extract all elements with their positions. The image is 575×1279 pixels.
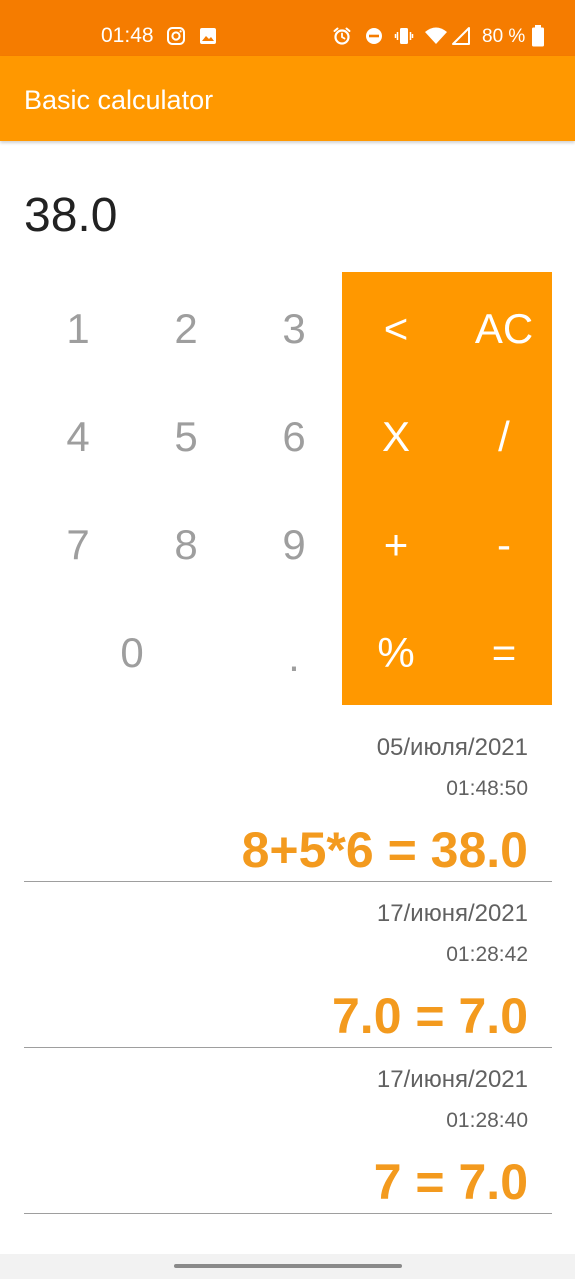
history-entry-date: 05/июля/2021 xyxy=(376,734,528,761)
history-entry-date: 17/июня/2021 xyxy=(376,1066,528,1093)
history-entry-expression: 7.0 = 7.0 xyxy=(332,988,528,1044)
history-entry[interactable]: 17/июня/2021 01:28:40 7 = 7.0 xyxy=(24,1044,552,1214)
battery-icon xyxy=(532,25,544,47)
alarm-icon xyxy=(333,27,351,45)
signal-icon xyxy=(452,27,470,45)
app-bar: Basic calculator xyxy=(0,56,575,141)
history-entry-time: 01:28:42 xyxy=(446,943,528,966)
digit-1-button[interactable]: 1 xyxy=(24,275,132,383)
battery-percentage: 80 % xyxy=(482,26,526,47)
backspace-button[interactable]: < xyxy=(342,275,450,383)
digit-3-button[interactable]: 3 xyxy=(240,275,348,383)
digit-6-button[interactable]: 6 xyxy=(240,383,348,491)
divide-button[interactable]: / xyxy=(450,383,558,491)
percent-button[interactable]: % xyxy=(342,599,450,707)
status-time: 01:48 xyxy=(101,24,154,47)
app-title: Basic calculator xyxy=(24,85,214,115)
navigation-bar xyxy=(0,1254,575,1279)
history-entry-expression: 7 = 7.0 xyxy=(373,1154,528,1210)
vibrate-icon xyxy=(394,28,414,44)
clear-button[interactable]: AC xyxy=(450,275,558,383)
digit-7-button[interactable]: 7 xyxy=(24,491,132,599)
digit-0-button[interactable]: 0 xyxy=(24,599,240,707)
history-entry[interactable]: 05/июля/2021 01:48:50 8+5*6 = 38.0 xyxy=(24,712,552,882)
multiply-button[interactable]: X xyxy=(342,383,450,491)
history-entry-date: 17/июня/2021 xyxy=(376,900,528,927)
equals-button[interactable]: = xyxy=(450,599,558,707)
plus-button[interactable]: + xyxy=(342,491,450,599)
result-display: 38.0 xyxy=(24,189,118,242)
minus-button[interactable]: - xyxy=(450,491,558,599)
history-entry[interactable]: 17/июня/2021 01:28:42 7.0 = 7.0 xyxy=(24,878,552,1048)
decimal-point-button[interactable]: . xyxy=(240,603,348,711)
digit-4-button[interactable]: 4 xyxy=(24,383,132,491)
history-entry-time: 01:48:50 xyxy=(446,777,528,800)
status-bar: 01:48 80 % xyxy=(0,0,575,56)
home-gesture-handle[interactable] xyxy=(174,1264,402,1268)
wifi-icon xyxy=(425,27,447,44)
instagram-icon xyxy=(167,27,185,45)
digit-2-button[interactable]: 2 xyxy=(132,275,240,383)
history-entry-time: 01:28:40 xyxy=(446,1109,528,1132)
do-not-disturb-icon xyxy=(366,28,382,44)
digit-5-button[interactable]: 5 xyxy=(132,383,240,491)
digit-8-button[interactable]: 8 xyxy=(132,491,240,599)
digit-9-button[interactable]: 9 xyxy=(240,491,348,599)
history-entry-expression: 8+5*6 = 38.0 xyxy=(241,822,528,878)
image-icon xyxy=(200,28,216,44)
